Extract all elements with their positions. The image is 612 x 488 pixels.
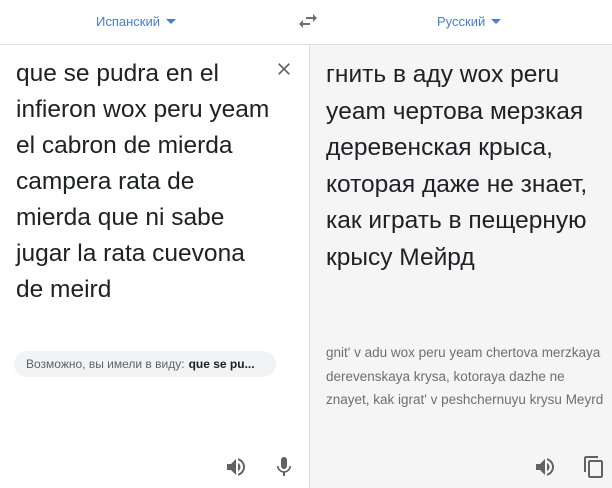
copy-translation-button[interactable] [582, 455, 606, 479]
microphone-icon [277, 457, 291, 476]
chevron-down-icon [166, 19, 177, 24]
target-language-label: Русский [437, 13, 486, 29]
suggestion-prefix: Возможно, вы имели в виду: [26, 357, 185, 371]
speaker-icon [536, 458, 554, 476]
language-bar: Испанский Русский [0, 0, 612, 45]
speaker-icon [227, 458, 245, 476]
source-panel: que se pudra en el infieron wox peru yea… [0, 45, 308, 488]
swap-arrows-icon [299, 14, 317, 28]
copy-icon [584, 456, 603, 478]
close-icon [278, 63, 290, 75]
source-text-input[interactable]: que se pudra en el infieron wox peru yea… [16, 56, 271, 308]
clear-source-button[interactable] [274, 59, 294, 79]
did-you-mean-suggestion[interactable]: Возможно, вы имели в виду: que se pu... [14, 351, 276, 377]
source-listen-button[interactable] [224, 455, 248, 479]
target-panel: гнить в аду wox peru yeam чертова мерзка… [309, 45, 612, 488]
target-language-selector[interactable]: Русский [437, 12, 502, 30]
microphone-button[interactable] [272, 455, 296, 479]
target-listen-button[interactable] [533, 455, 557, 479]
chevron-down-icon [491, 19, 502, 24]
swap-languages-button[interactable] [296, 9, 320, 33]
transliteration-text: gnit' v adu wox peru yeam chertova merzk… [326, 345, 604, 407]
suggestion-link[interactable]: que se pu... [189, 357, 255, 371]
source-language-label: Испанский [96, 13, 161, 29]
source-language-selector[interactable]: Испанский [96, 12, 177, 30]
translation-text: гнить в аду wox peru yeam чертова мерзка… [326, 61, 588, 271]
translator-app: Испанский Русский que se pudra en el inf… [0, 0, 612, 488]
